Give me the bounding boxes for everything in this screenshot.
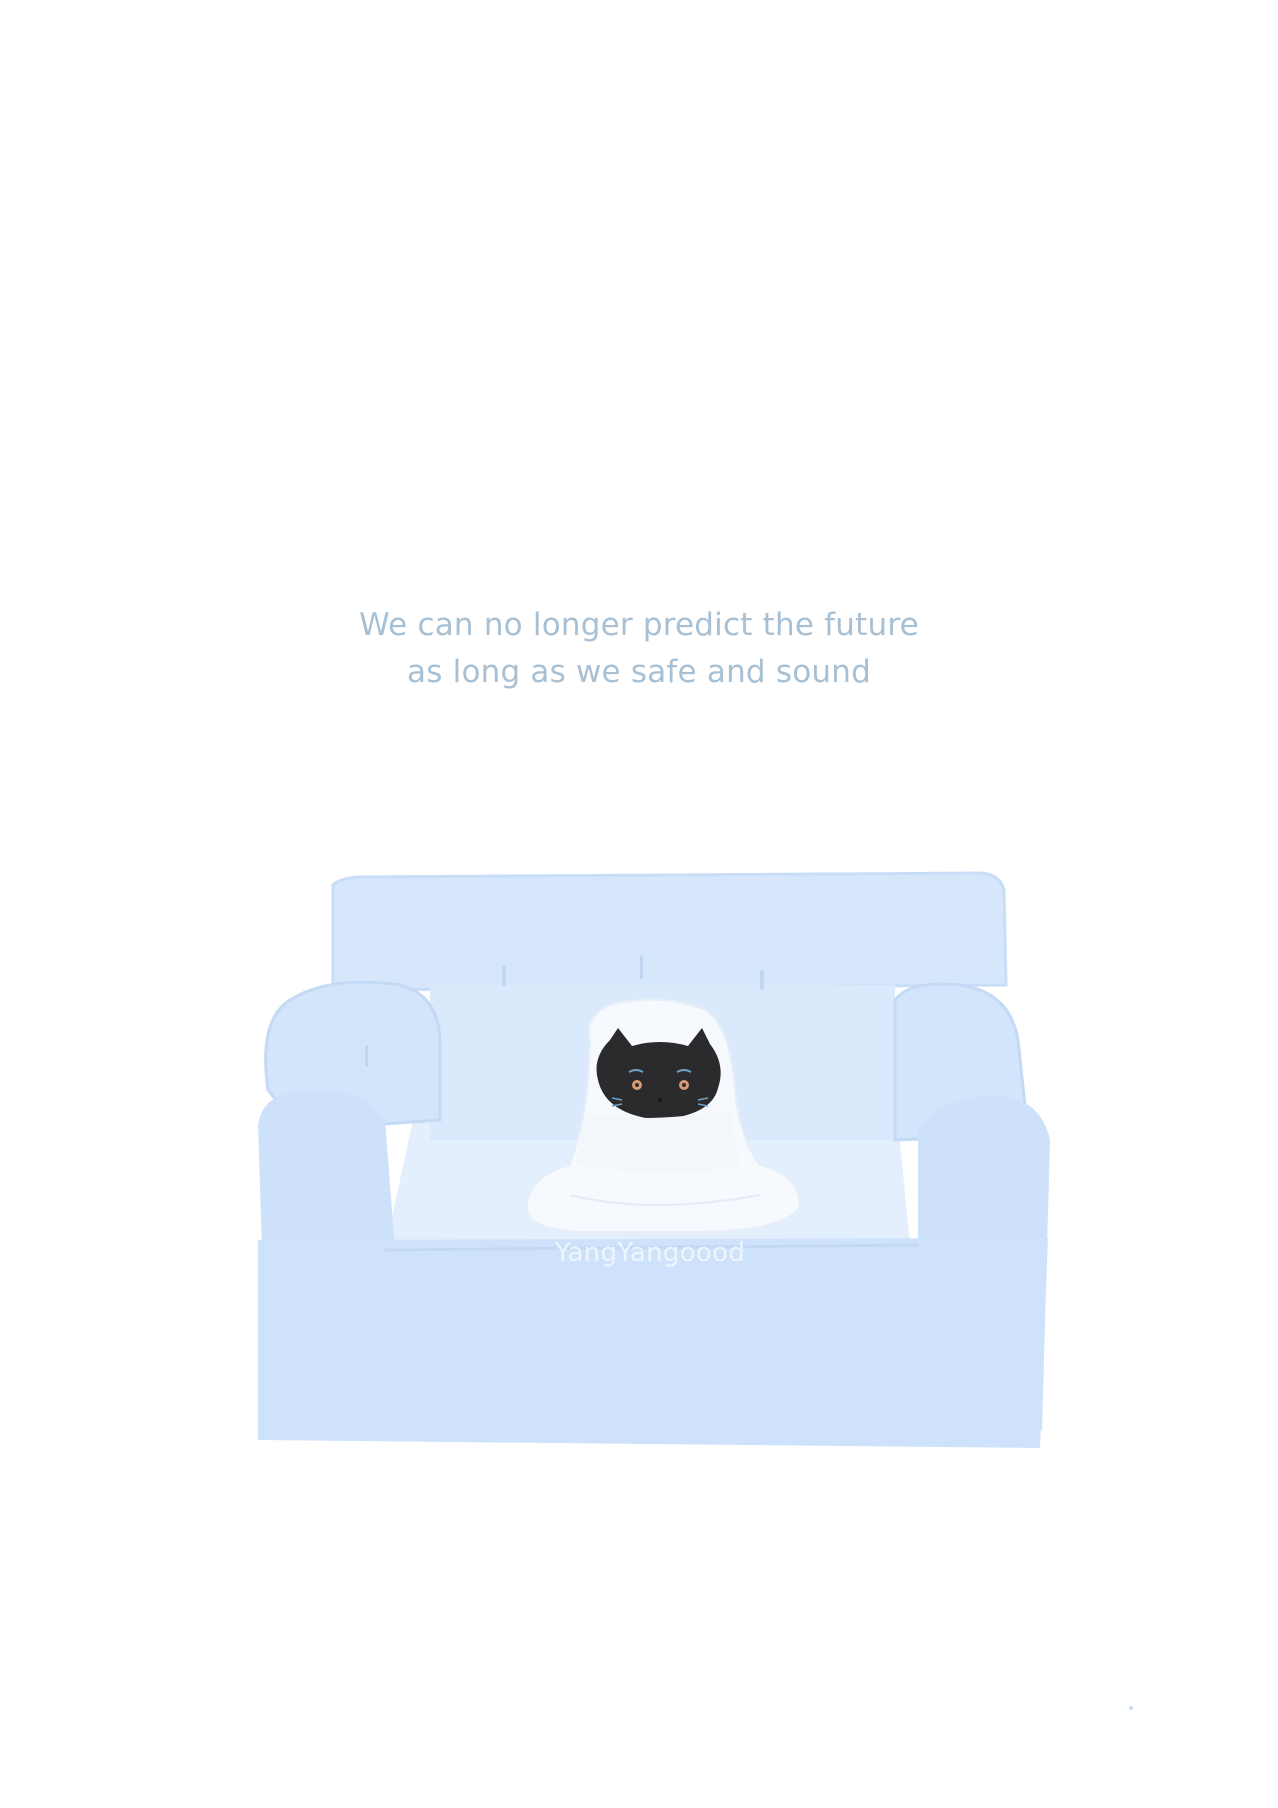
blanket-front [575,1110,740,1173]
sofa-left-arm-front [258,1089,395,1250]
watermark: YangYangoood [554,1238,746,1268]
sofa-back [331,871,1008,992]
sofa-illustration [258,871,1133,1710]
page: We can no longer predict the future as l… [0,0,1278,1808]
speck [1129,1706,1133,1710]
sofa-front [258,1238,1048,1448]
